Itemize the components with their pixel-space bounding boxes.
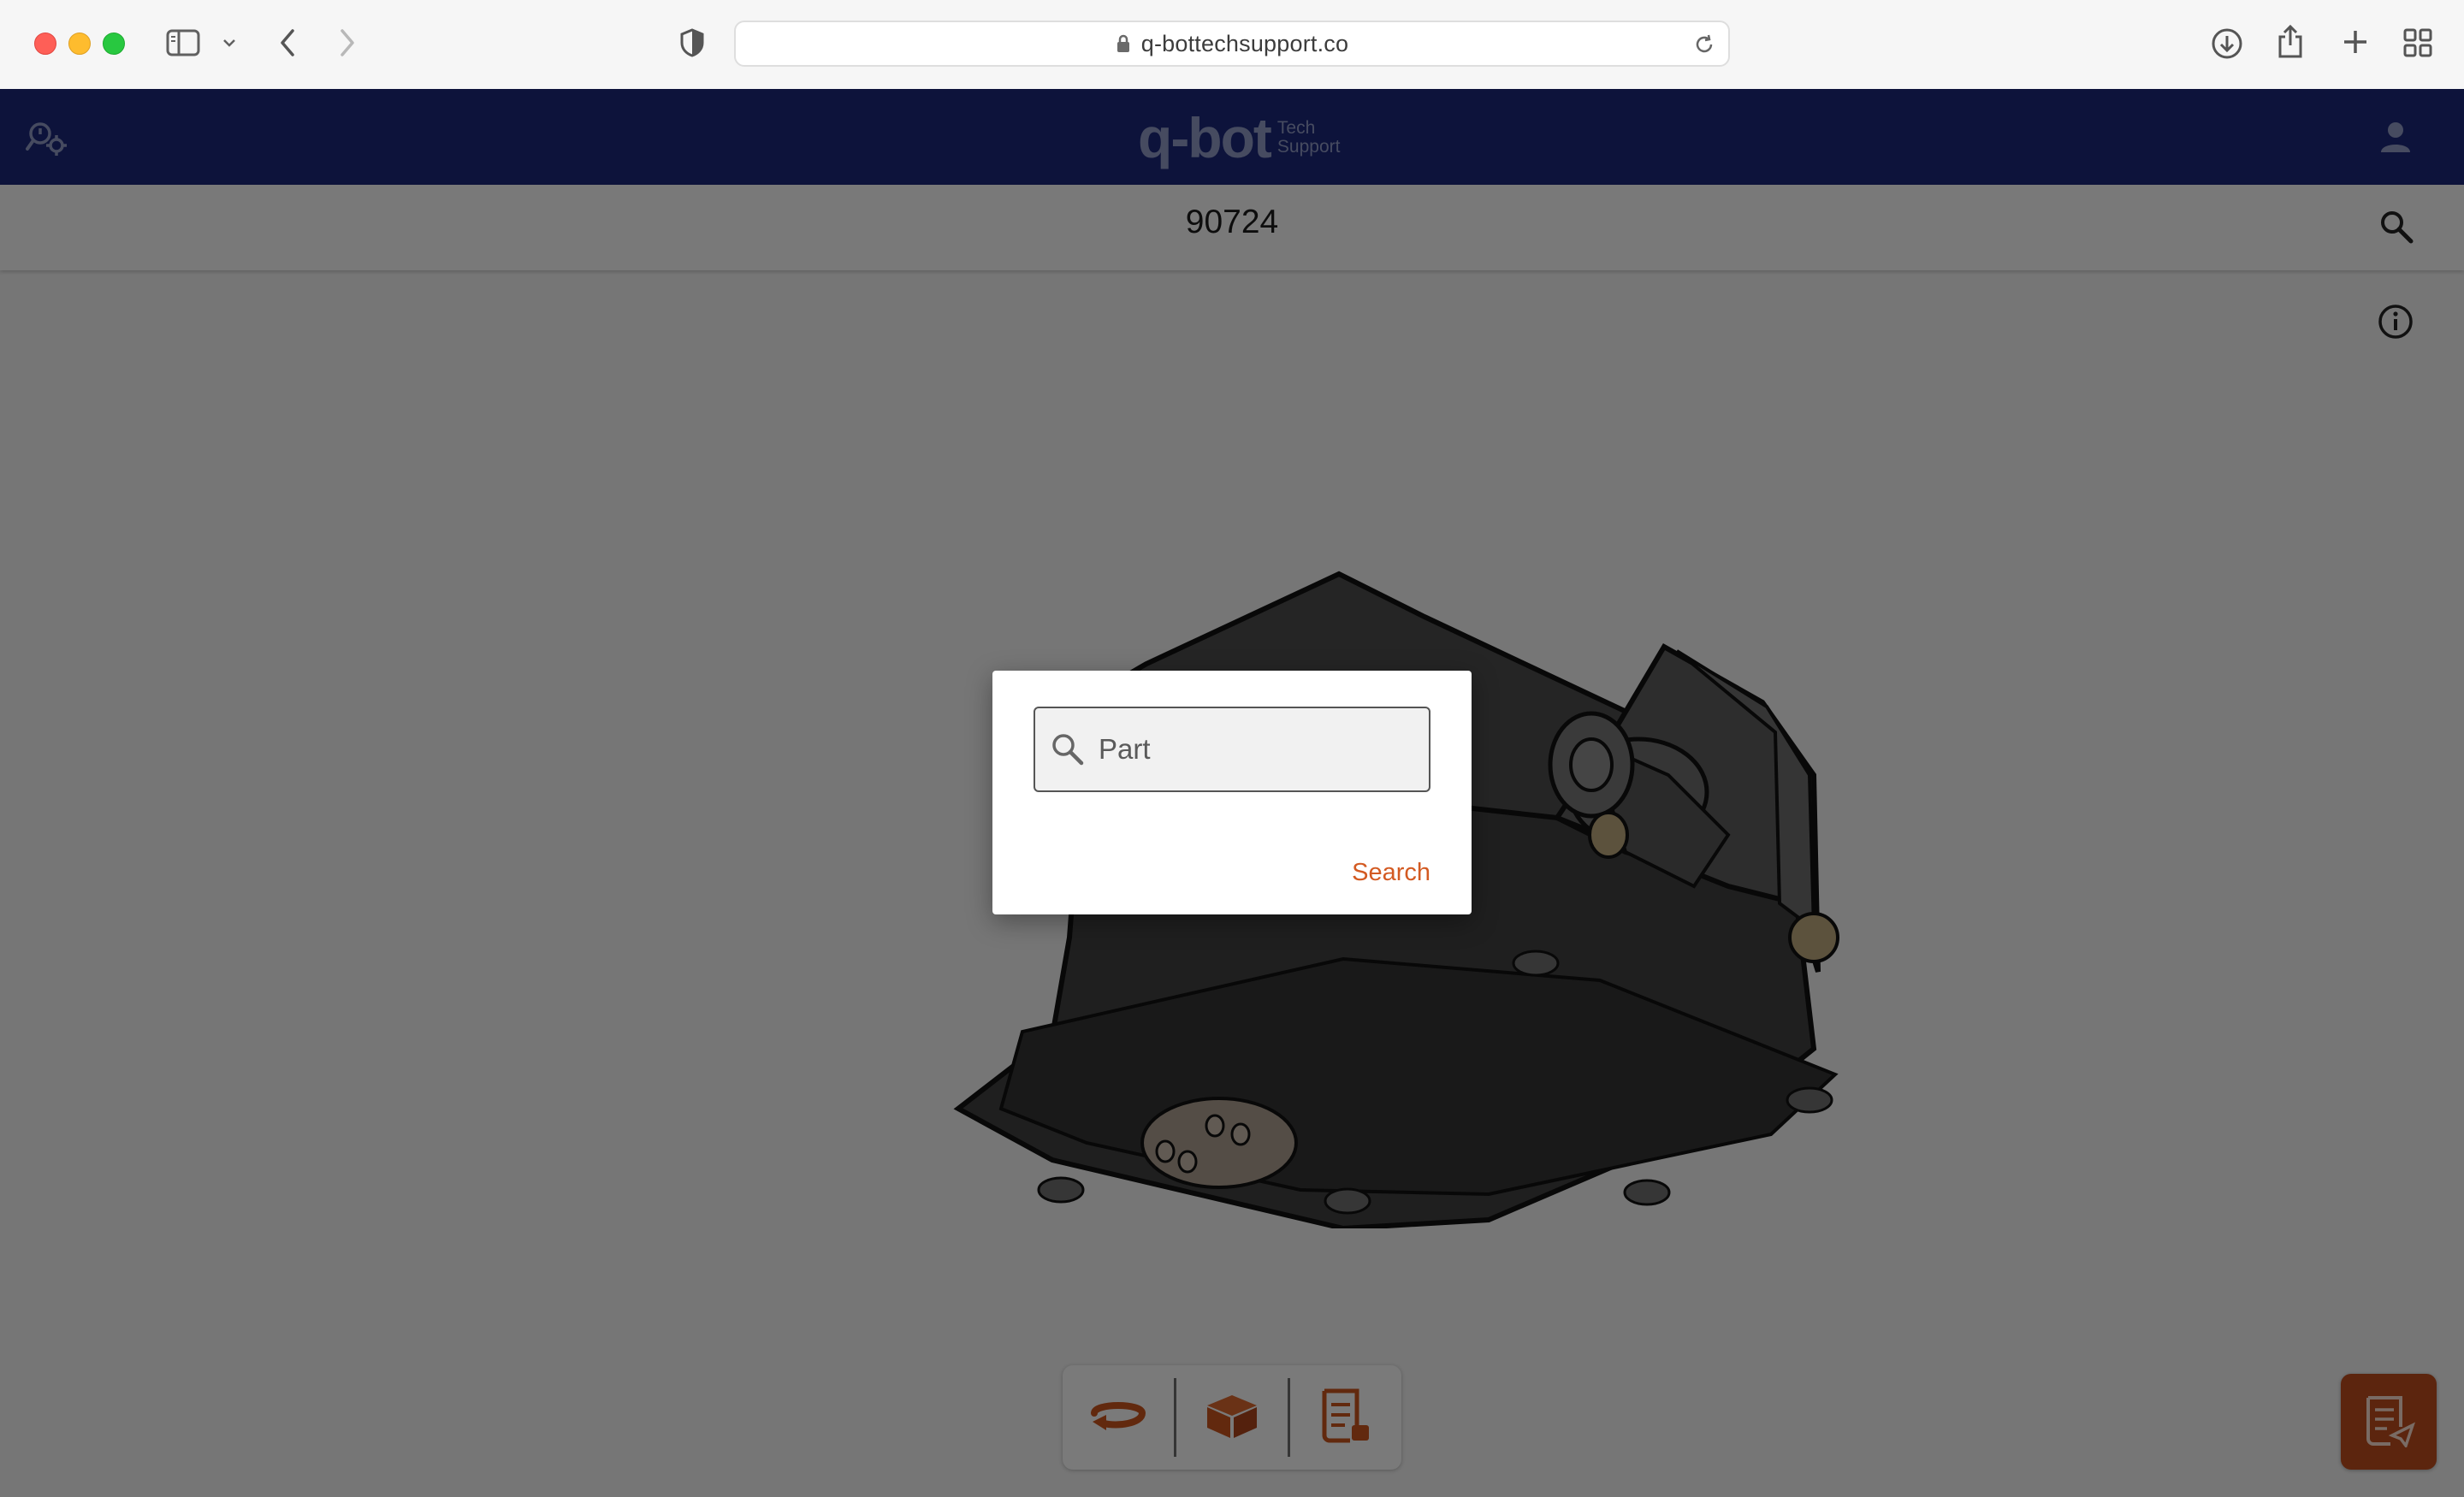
minimize-window-button[interactable] <box>68 33 91 55</box>
sidebar-icon[interactable] <box>166 29 200 56</box>
url-text: q-bottechsupport.co <box>1140 30 1349 56</box>
shield-icon[interactable] <box>679 27 705 58</box>
back-icon[interactable] <box>275 27 299 58</box>
chevron-down-icon[interactable] <box>221 34 238 51</box>
address-bar[interactable]: q-bottechsupport.co <box>734 21 1730 67</box>
new-tab-icon[interactable] <box>2341 27 2370 56</box>
zoom-window-button[interactable] <box>103 33 125 55</box>
part-search-input[interactable] <box>1097 732 1425 766</box>
part-search-dialog: Search <box>992 671 1472 914</box>
tab-overview-icon[interactable] <box>2402 27 2433 58</box>
download-icon[interactable] <box>2211 27 2243 60</box>
search-button[interactable]: Search <box>1352 859 1430 887</box>
share-icon[interactable] <box>2276 24 2305 60</box>
close-window-button[interactable] <box>34 33 56 55</box>
part-search-field[interactable] <box>1034 707 1430 792</box>
browser-chrome: q-bottechsupport.co <box>0 0 2464 90</box>
search-icon <box>1051 732 1085 766</box>
reload-icon[interactable] <box>1692 33 1716 61</box>
lock-icon <box>1116 34 1131 53</box>
forward-icon[interactable] <box>335 27 359 58</box>
